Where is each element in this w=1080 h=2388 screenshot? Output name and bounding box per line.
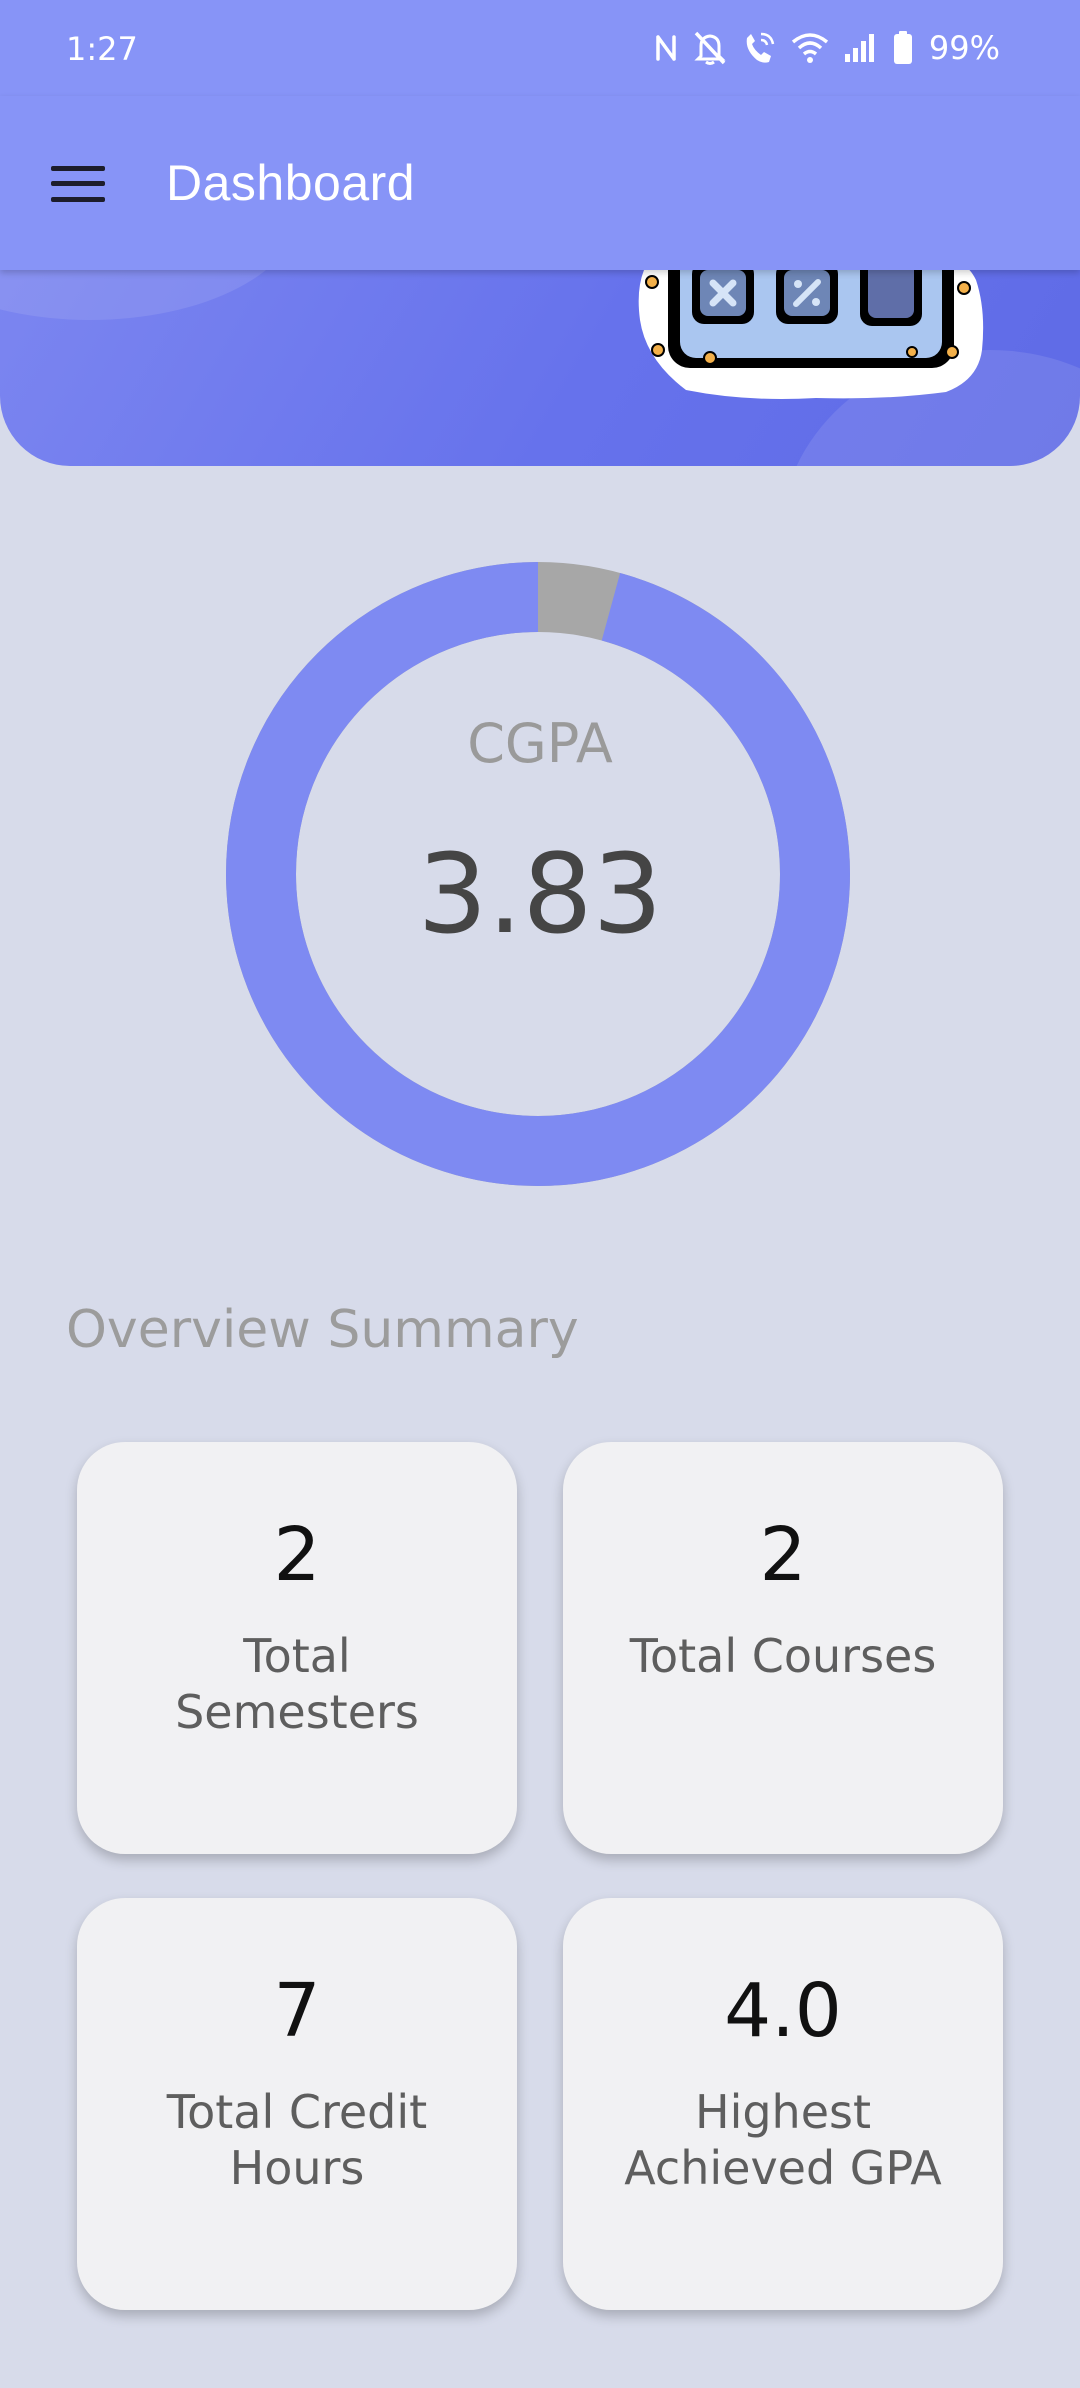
- nfc-icon: [656, 35, 676, 61]
- wifi-icon: [791, 33, 828, 63]
- card-value: 2: [273, 1512, 321, 1598]
- card-value: 7: [273, 1968, 321, 2054]
- wifi-call-icon: [746, 32, 775, 63]
- header-banner: [0, 240, 1080, 466]
- card-label: Highest Achieved GPA: [624, 2085, 942, 2195]
- status-icons: 99%: [653, 24, 1000, 72]
- mute-icon: [694, 31, 726, 65]
- highest-achieved-gpa-card[interactable]: 4.0 Highest Achieved GPA: [563, 1898, 1003, 2310]
- battery-percent: 99%: [928, 29, 1000, 67]
- card-label: Total Credit Hours: [166, 2085, 428, 2195]
- total-semesters-card[interactable]: 2 Total Semesters: [77, 1442, 517, 1854]
- page-title: Dashboard: [166, 155, 416, 211]
- signal-icon: [844, 34, 874, 62]
- status-bar: 1:27 99%: [0, 0, 1080, 96]
- menu-icon: [51, 166, 105, 202]
- cgpa-label: CGPA: [467, 712, 613, 775]
- battery-icon: [893, 31, 912, 64]
- total-courses-card[interactable]: 2 Total Courses: [563, 1442, 1003, 1854]
- menu-button[interactable]: [30, 136, 126, 232]
- overview-summary-title: Overview Summary: [66, 1300, 579, 1360]
- card-label: Total Courses: [629, 1629, 937, 1683]
- app-bar: Dashboard: [0, 96, 1080, 270]
- cgpa-value: 3.83: [417, 830, 663, 958]
- total-credit-hours-card[interactable]: 7 Total Credit Hours: [77, 1898, 517, 2310]
- card-value: 4.0: [724, 1968, 842, 2054]
- status-time: 1:27: [66, 30, 138, 68]
- card-value: 2: [759, 1512, 807, 1598]
- card-label: Total Semesters: [175, 1629, 419, 1739]
